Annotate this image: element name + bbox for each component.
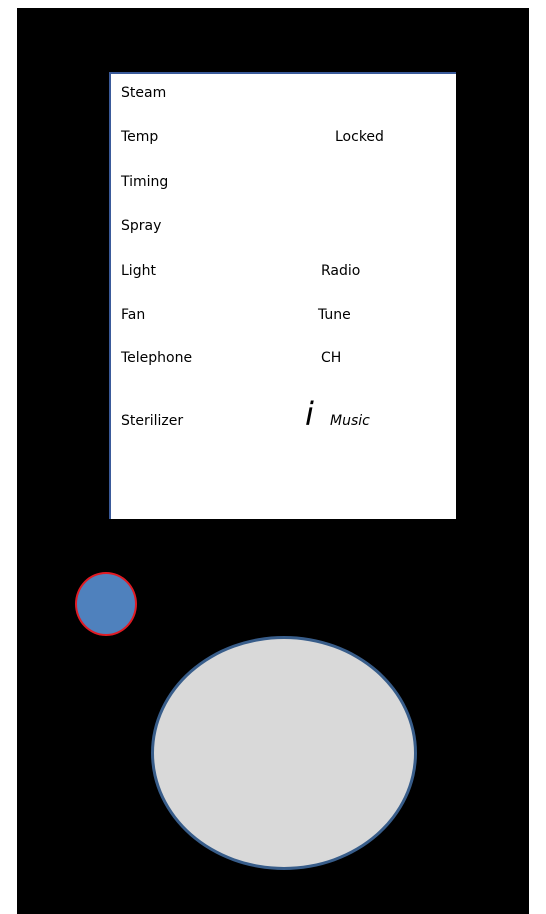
menu-item-light[interactable]: Light bbox=[121, 263, 156, 279]
menu-item-spray[interactable]: Spray bbox=[121, 218, 161, 234]
menu-item-ch[interactable]: CH bbox=[321, 350, 341, 366]
menu-item-timing[interactable]: Timing bbox=[121, 174, 168, 190]
menu-item-music[interactable]: Music bbox=[330, 413, 370, 429]
control-dial[interactable] bbox=[151, 636, 417, 870]
menu-item-tune[interactable]: Tune bbox=[318, 307, 351, 323]
small-blue-button[interactable] bbox=[75, 572, 137, 636]
status-locked: Locked bbox=[335, 129, 384, 145]
info-i-icon[interactable]: i bbox=[305, 398, 314, 430]
display-screen bbox=[109, 72, 456, 519]
menu-item-steam[interactable]: Steam bbox=[121, 85, 166, 101]
menu-item-radio[interactable]: Radio bbox=[321, 263, 360, 279]
menu-item-temp[interactable]: Temp bbox=[121, 129, 158, 145]
menu-item-sterilizer[interactable]: Sterilizer bbox=[121, 413, 183, 429]
menu-item-fan[interactable]: Fan bbox=[121, 307, 145, 323]
menu-item-telephone[interactable]: Telephone bbox=[121, 350, 192, 366]
